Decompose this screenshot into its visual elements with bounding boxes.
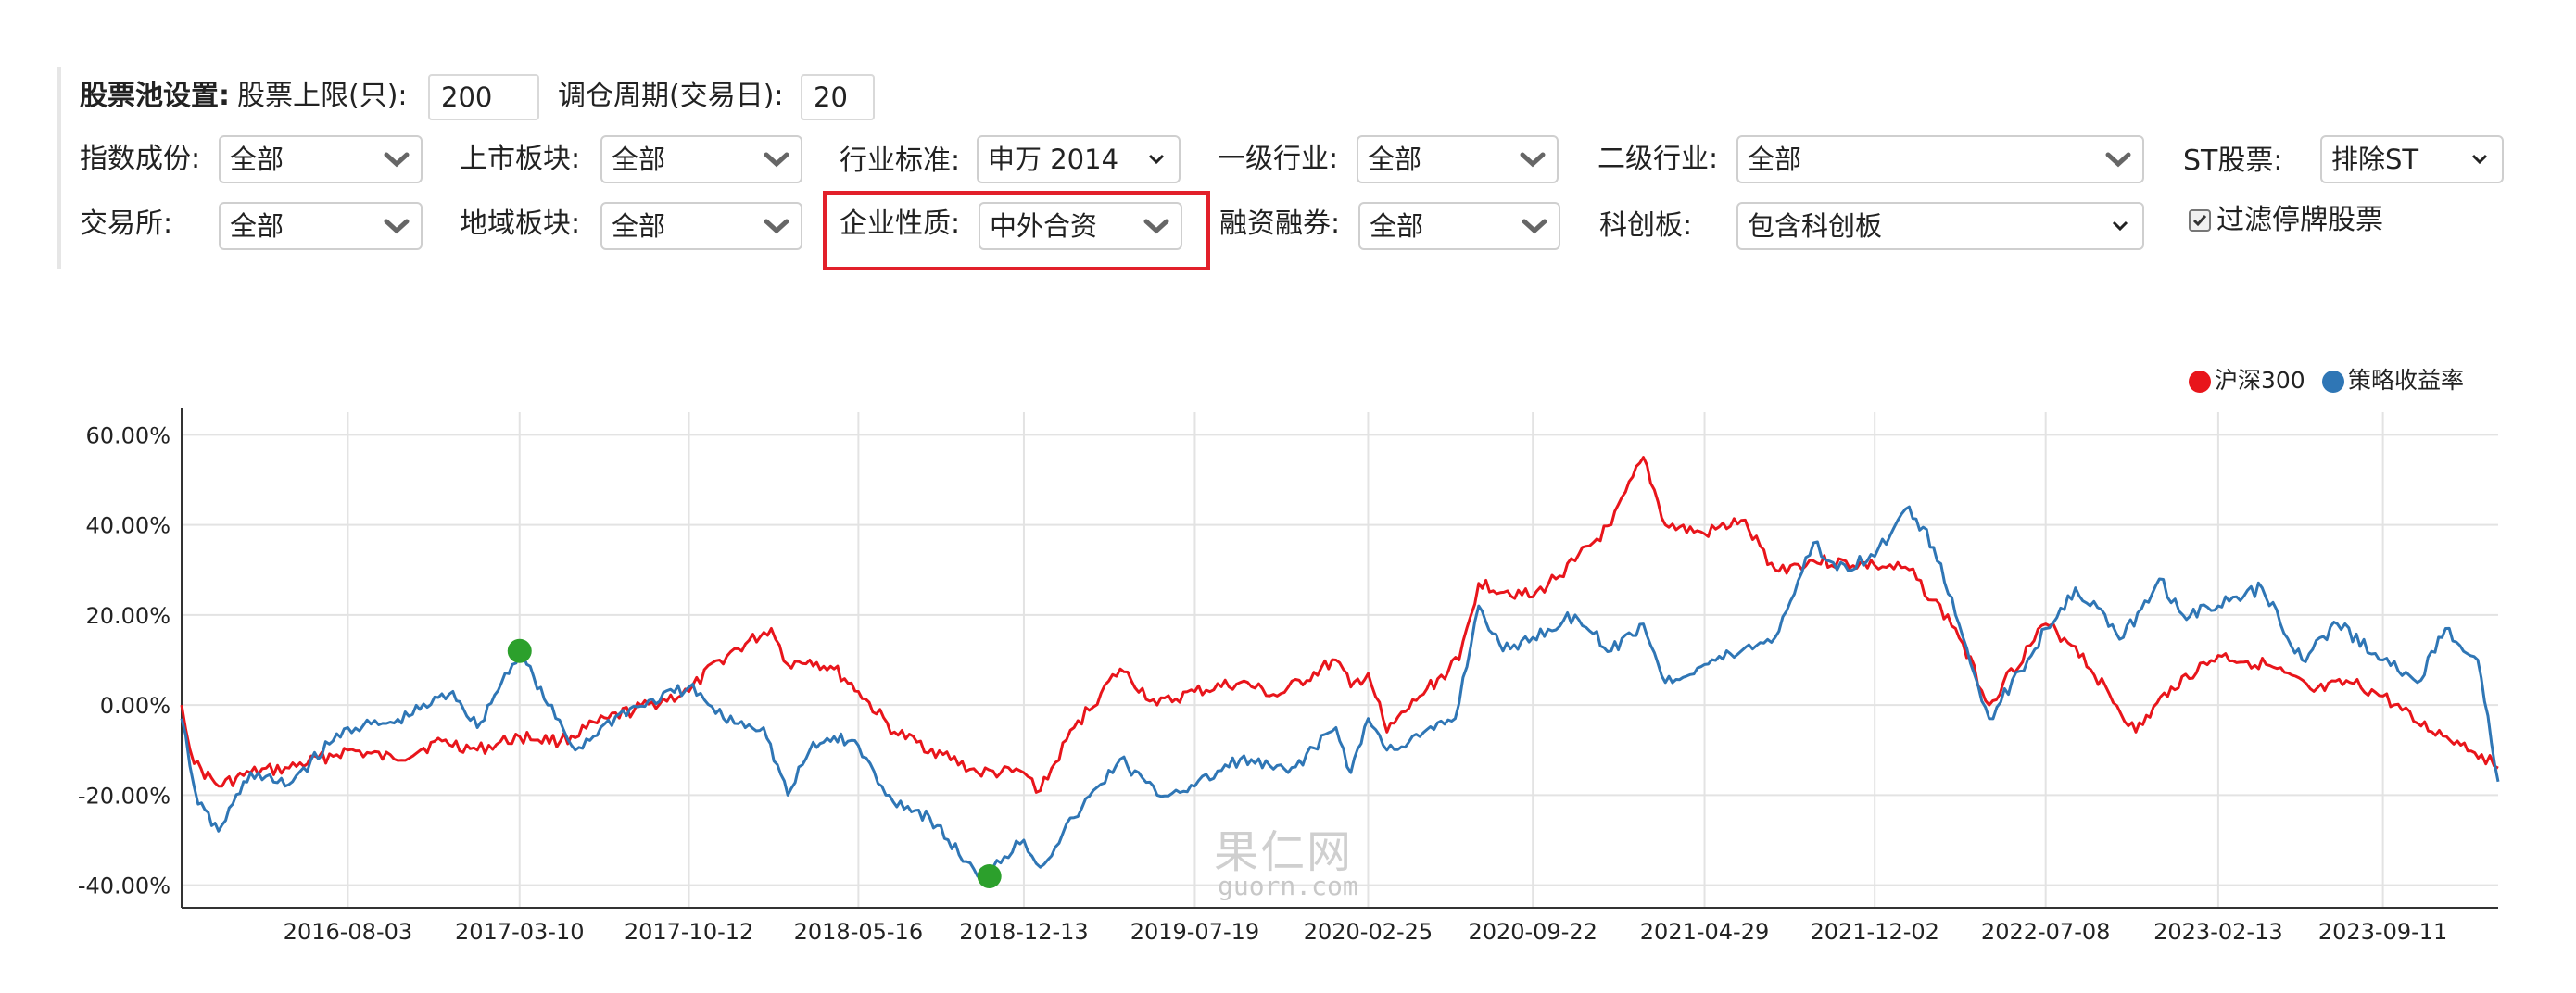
x-tick-label: 2023-09-11 — [2318, 919, 2447, 945]
y-tick-label: 0.00% — [100, 693, 170, 719]
x-tick-label: 2018-12-13 — [959, 919, 1088, 945]
x-tick-label: 2019-07-19 — [1130, 919, 1259, 945]
x-tick-label: 2017-10-12 — [625, 919, 753, 945]
x-tick-label: 2022-07-08 — [1981, 919, 2110, 945]
drawdown-marker — [507, 638, 532, 663]
drawdown-marker — [977, 863, 1002, 888]
x-tick-label: 2016-08-03 — [284, 919, 412, 945]
x-tick-label: 2020-02-25 — [1304, 919, 1433, 945]
x-tick-label: 2018-05-16 — [794, 919, 923, 945]
x-tick-label: 2020-09-22 — [1468, 919, 1597, 945]
y-tick-label: -20.00% — [78, 783, 170, 809]
y-tick-label: 20.00% — [85, 603, 170, 629]
watermark-en: guorn.com — [1218, 871, 1358, 901]
y-tick-label: 40.00% — [85, 513, 170, 539]
y-tick-label: 60.00% — [85, 422, 170, 448]
x-tick-label: 2021-04-29 — [1640, 919, 1769, 945]
x-tick-label: 2021-12-02 — [1810, 919, 1938, 945]
x-tick-label: 2017-03-10 — [455, 919, 584, 945]
x-tick-label: 2023-02-13 — [2153, 919, 2282, 945]
y-tick-label: -40.00% — [78, 874, 170, 899]
